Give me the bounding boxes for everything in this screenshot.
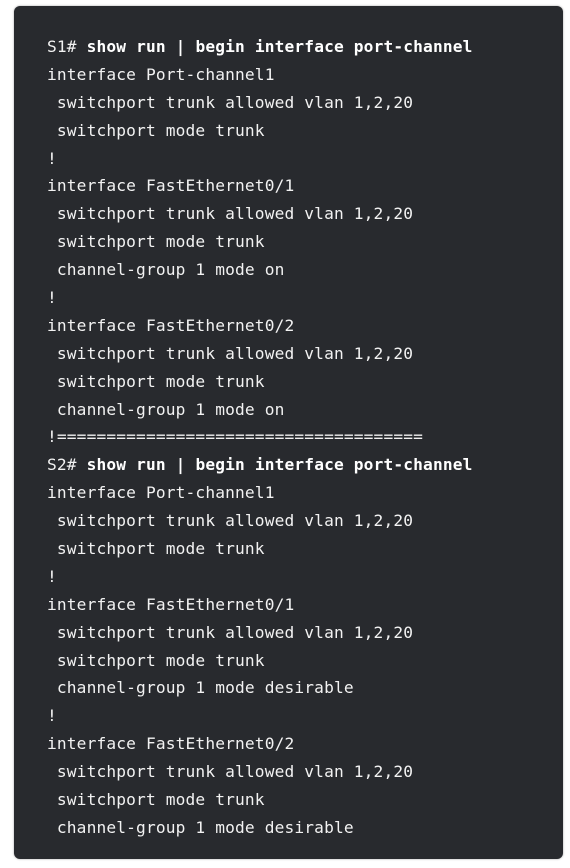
command: show run | begin interface port-channel	[86, 455, 473, 475]
command-line: S2# show run | begin interface port-chan…	[47, 451, 563, 479]
config-line: !	[47, 706, 57, 726]
config-line: switchport mode trunk	[47, 790, 265, 810]
terminal-output: S1# show run | begin interface port-chan…	[14, 6, 563, 859]
config-line: switchport trunk allowed vlan 1,2,20	[47, 204, 414, 224]
config-line: interface Port-channel1	[47, 64, 275, 84]
config-line: switchport trunk allowed vlan 1,2,20	[47, 92, 414, 112]
config-line: switchport mode trunk	[47, 120, 265, 140]
command: show run | begin interface port-channel	[86, 37, 473, 56]
config-line: interface FastEthernet0/1	[47, 594, 295, 614]
config-line: interface FastEthernet0/2	[47, 315, 295, 335]
config-line: switchport trunk allowed vlan 1,2,20	[47, 511, 414, 531]
config-line: channel-group 1 mode on	[47, 260, 285, 280]
command-line: S1# show run | begin interface port-chan…	[47, 33, 563, 61]
config-line: switchport trunk allowed vlan 1,2,20	[47, 622, 414, 642]
config-line: !	[47, 566, 57, 586]
config-line: switchport mode trunk	[47, 539, 265, 559]
config-line: switchport mode trunk	[47, 232, 265, 252]
config-line: channel-group 1 mode desirable	[47, 678, 354, 698]
prompt: S1#	[47, 37, 87, 56]
config-line: interface Port-channel1	[47, 483, 275, 503]
config-line: switchport trunk allowed vlan 1,2,20	[47, 343, 414, 363]
config-line: channel-group 1 mode desirable	[47, 817, 354, 837]
config-line: switchport mode trunk	[47, 371, 265, 391]
prompt: S2#	[47, 455, 87, 475]
config-line: switchport mode trunk	[47, 650, 265, 670]
config-line: switchport trunk allowed vlan 1,2,20	[47, 762, 414, 782]
config-line: channel-group 1 mode on	[47, 399, 285, 419]
config-line: !	[47, 288, 57, 308]
config-line: !	[47, 148, 57, 168]
config-line: interface FastEthernet0/2	[47, 734, 295, 754]
config-line: interface FastEthernet0/1	[47, 176, 295, 196]
separator-line: !=====================================	[47, 427, 424, 447]
